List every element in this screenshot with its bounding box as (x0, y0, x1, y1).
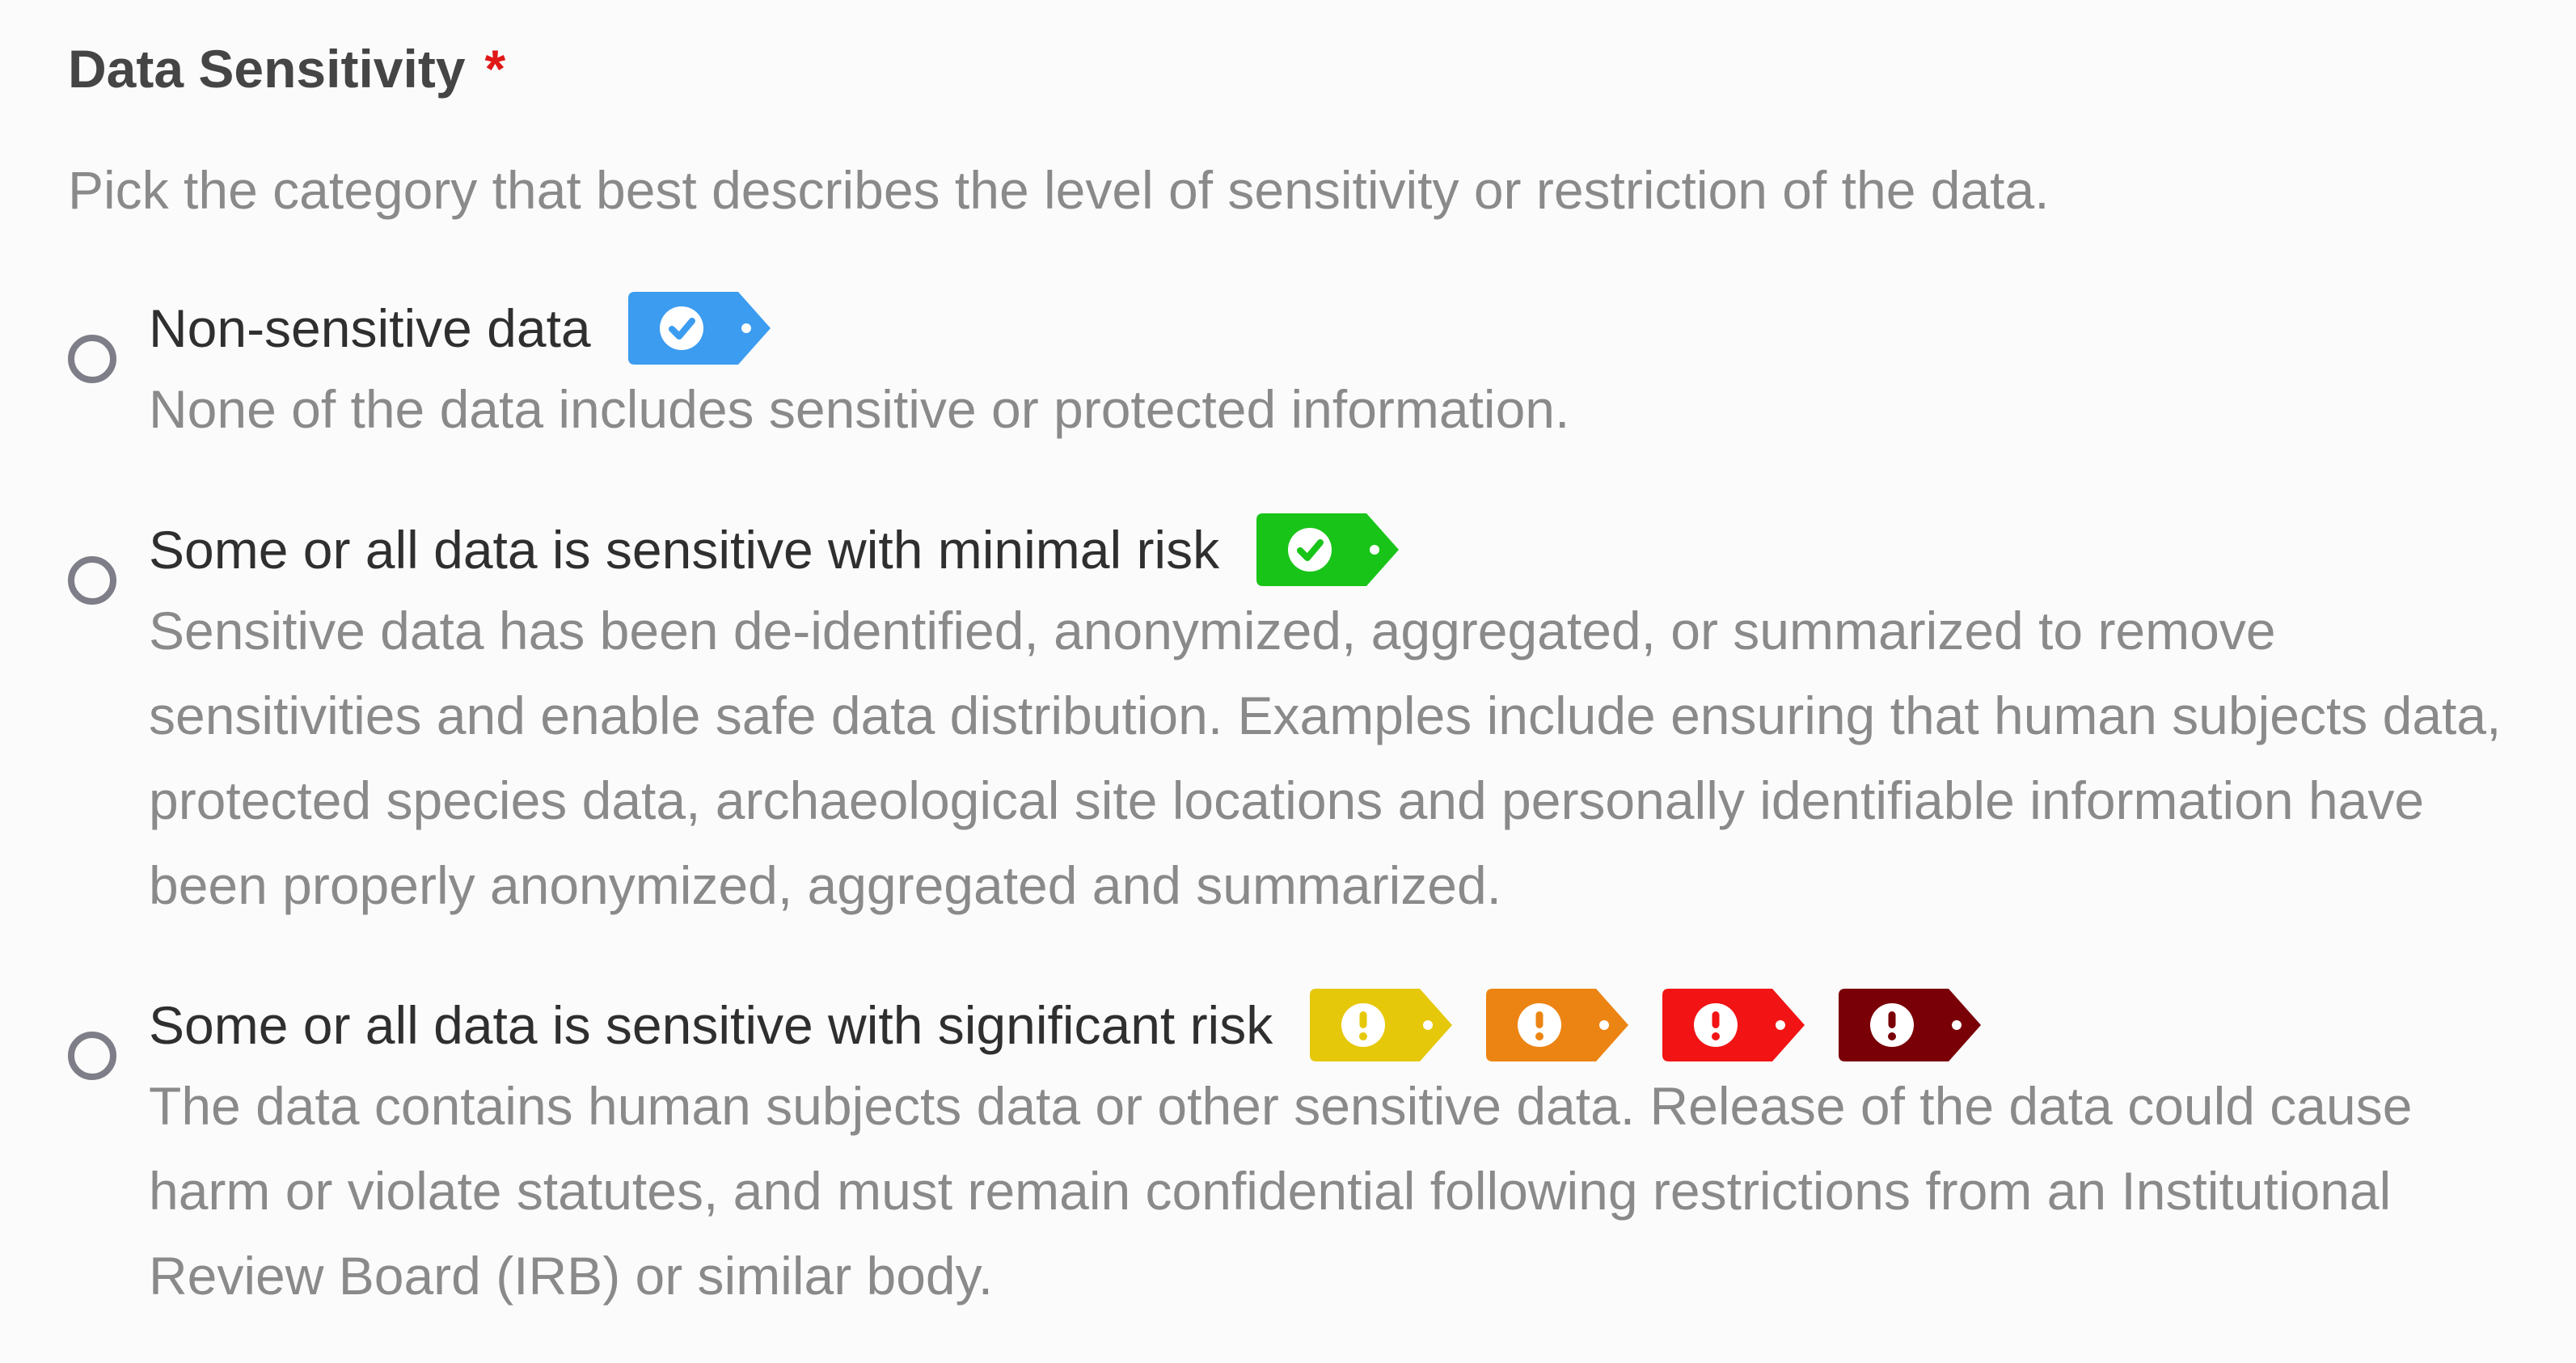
tag-badge-check (1256, 513, 1400, 586)
option-label[interactable]: Non-sensitive data (149, 288, 771, 369)
tag-badge-alert (1310, 989, 1453, 1061)
radio-non-sensitive[interactable] (68, 335, 116, 383)
tag-group (1256, 513, 1400, 586)
tag-group (1310, 989, 1982, 1061)
tag-badge-alert (1486, 989, 1629, 1061)
exclamation-circle-icon (1341, 1003, 1386, 1047)
option-label-text[interactable]: Non-sensitive data (149, 288, 591, 369)
option-description: Sensitive data has been de-identified, a… (149, 601, 2502, 915)
exclamation-circle-icon (1870, 1003, 1915, 1047)
option-label[interactable]: Some or all data is sensitive with minim… (149, 509, 1400, 590)
tag-badge-alert (1662, 989, 1805, 1061)
tag-group (627, 292, 771, 365)
check-circle-icon (1288, 528, 1332, 572)
option-description: The data contains human subjects data or… (149, 1076, 2413, 1306)
radio-significant-risk[interactable] (68, 1032, 116, 1080)
option-label-text[interactable]: Some or all data is sensitive with signi… (149, 985, 1273, 1066)
tag-badge-alert (1839, 989, 1982, 1061)
tag-badge-check (627, 292, 771, 365)
option-label[interactable]: Some or all data is sensitive with signi… (149, 985, 1982, 1066)
check-circle-icon (659, 306, 703, 350)
option-label-text[interactable]: Some or all data is sensitive with minim… (149, 509, 1219, 590)
radio-minimal-risk[interactable] (68, 556, 116, 605)
option-description: None of the data includes sensitive or p… (149, 379, 1570, 439)
required-marker: * (484, 39, 506, 99)
field-title-text: Data Sensitivity (68, 39, 466, 99)
exclamation-circle-icon (1518, 1003, 1562, 1047)
field-help-text: Pick the category that best describes th… (68, 160, 2050, 220)
data-sensitivity-field: Data Sensitivity * Pick the category that… (0, 0, 2576, 1363)
field-title: Data Sensitivity * (68, 32, 505, 105)
exclamation-circle-icon (1694, 1003, 1738, 1047)
